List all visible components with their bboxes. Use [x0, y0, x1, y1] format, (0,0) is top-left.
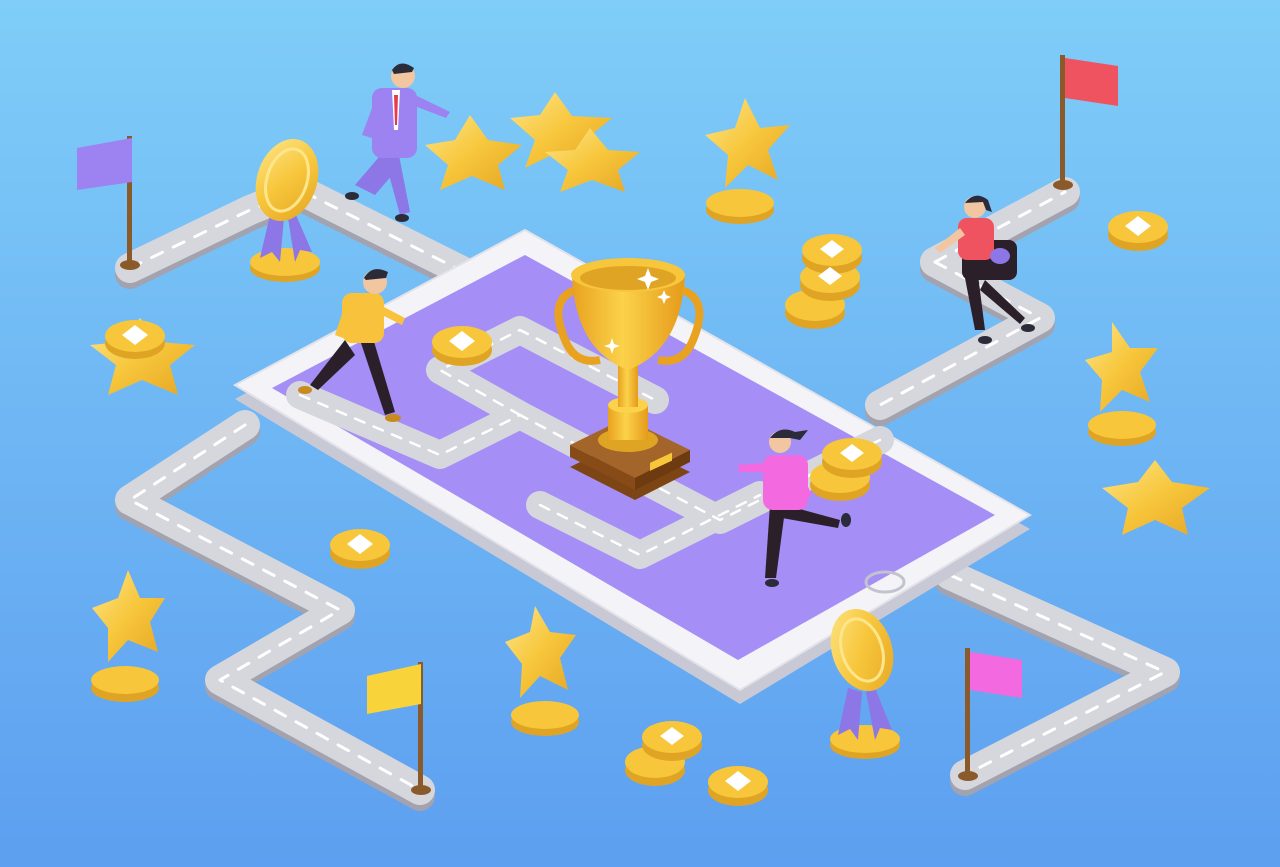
coin-icon [330, 529, 390, 569]
gamification-illustration [0, 0, 1280, 867]
coin-icon [708, 766, 768, 806]
coin-icon [105, 320, 165, 359]
coin-icon [432, 326, 492, 366]
coin-icon [1108, 211, 1168, 251]
